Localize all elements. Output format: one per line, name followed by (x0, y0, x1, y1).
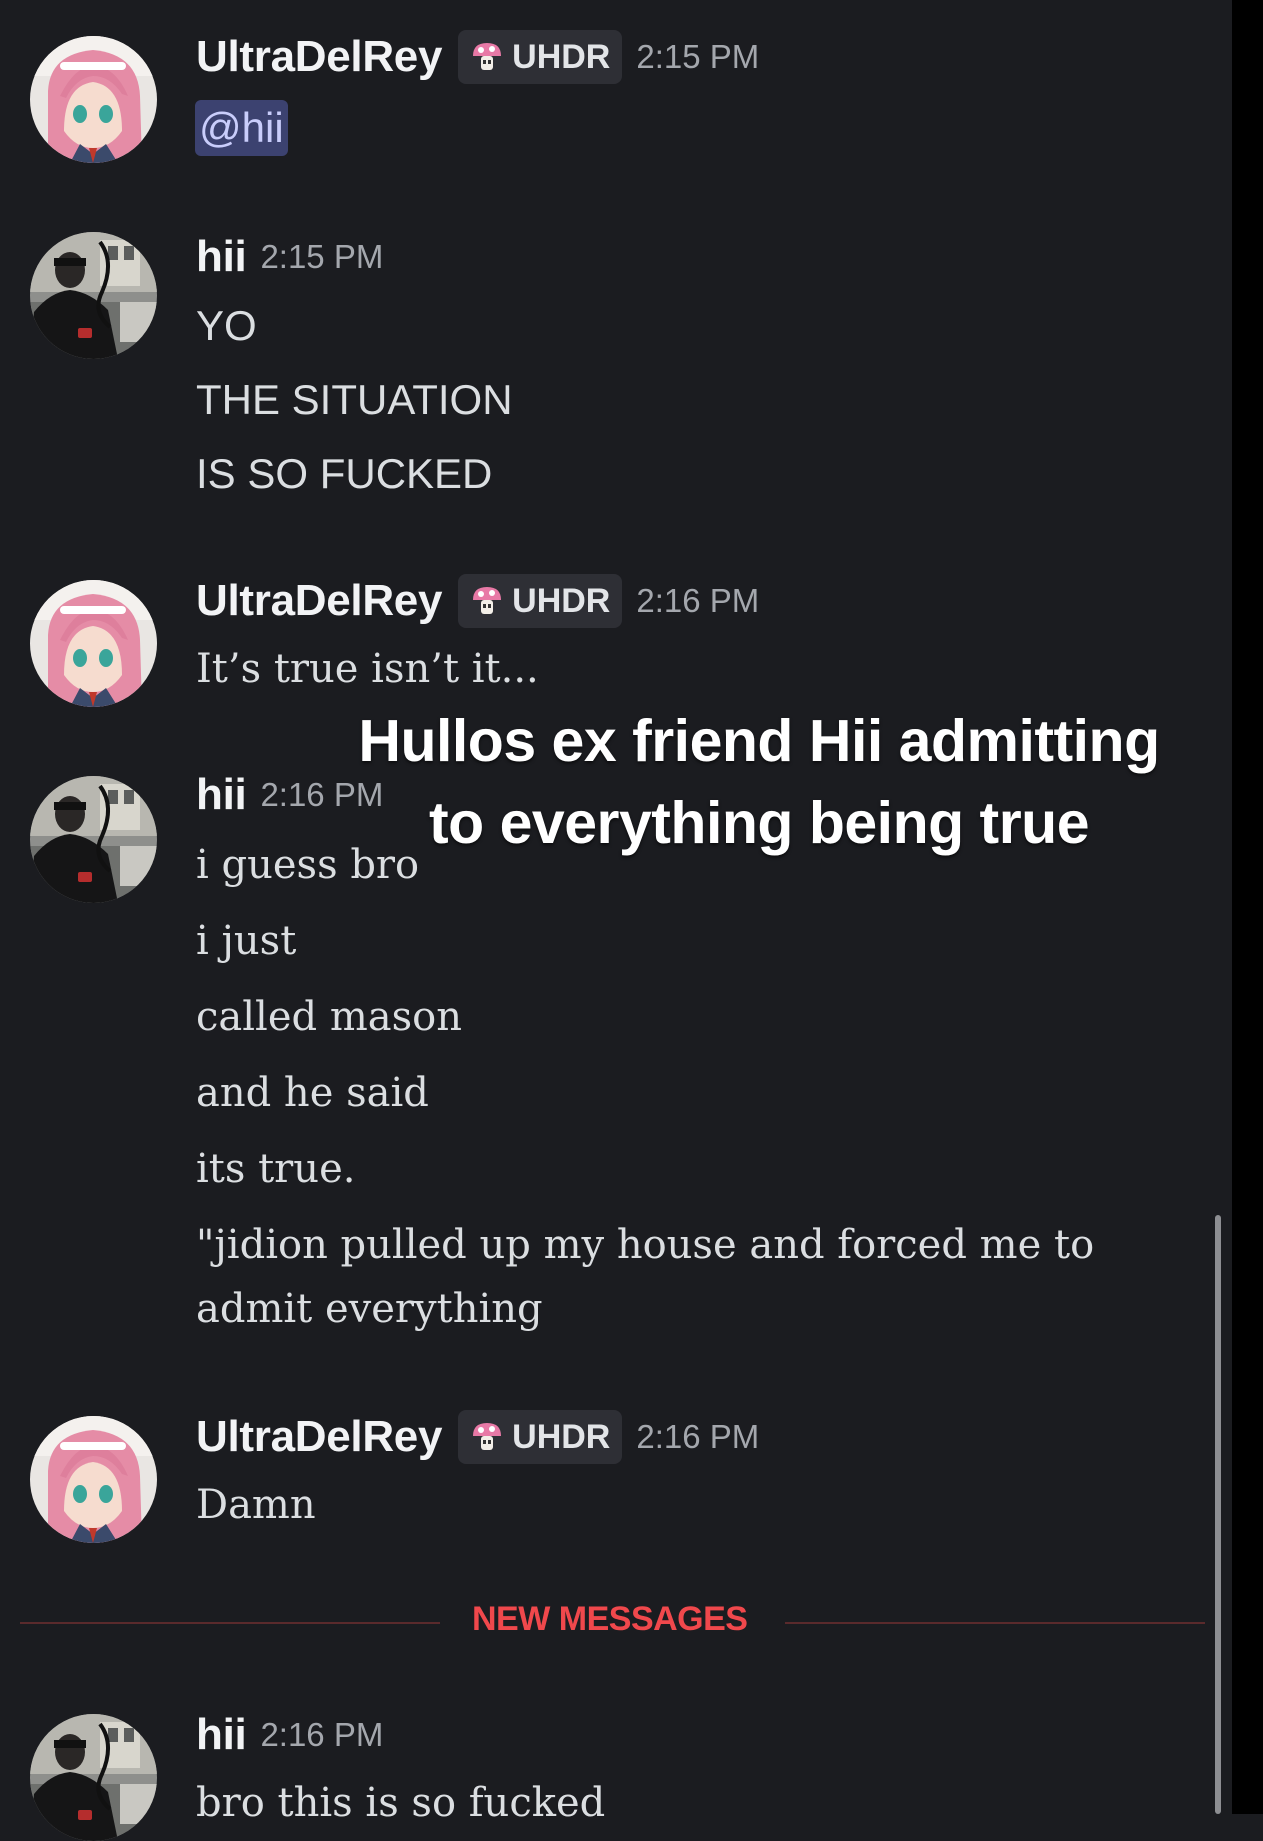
message: hii 2:16 PM bro this is so fucked (0, 0, 1200, 1841)
scrollbar[interactable] (1215, 1215, 1221, 1814)
avatar-hii[interactable] (30, 1714, 157, 1841)
caption-line: Hullos ex friend Hii admitting (358, 708, 1160, 774)
screen-edge (1232, 0, 1263, 1814)
video-caption-overlay: Hullos ex friend Hii admitting to everyt… (314, 700, 1204, 864)
message-text: bro this is so fucked (196, 1780, 606, 1826)
caption-line: to everything being true (428, 790, 1090, 856)
timestamp: 2:16 PM (260, 1716, 384, 1753)
message-header: hii 2:16 PM (196, 1710, 383, 1760)
username[interactable]: hii (196, 1710, 247, 1760)
